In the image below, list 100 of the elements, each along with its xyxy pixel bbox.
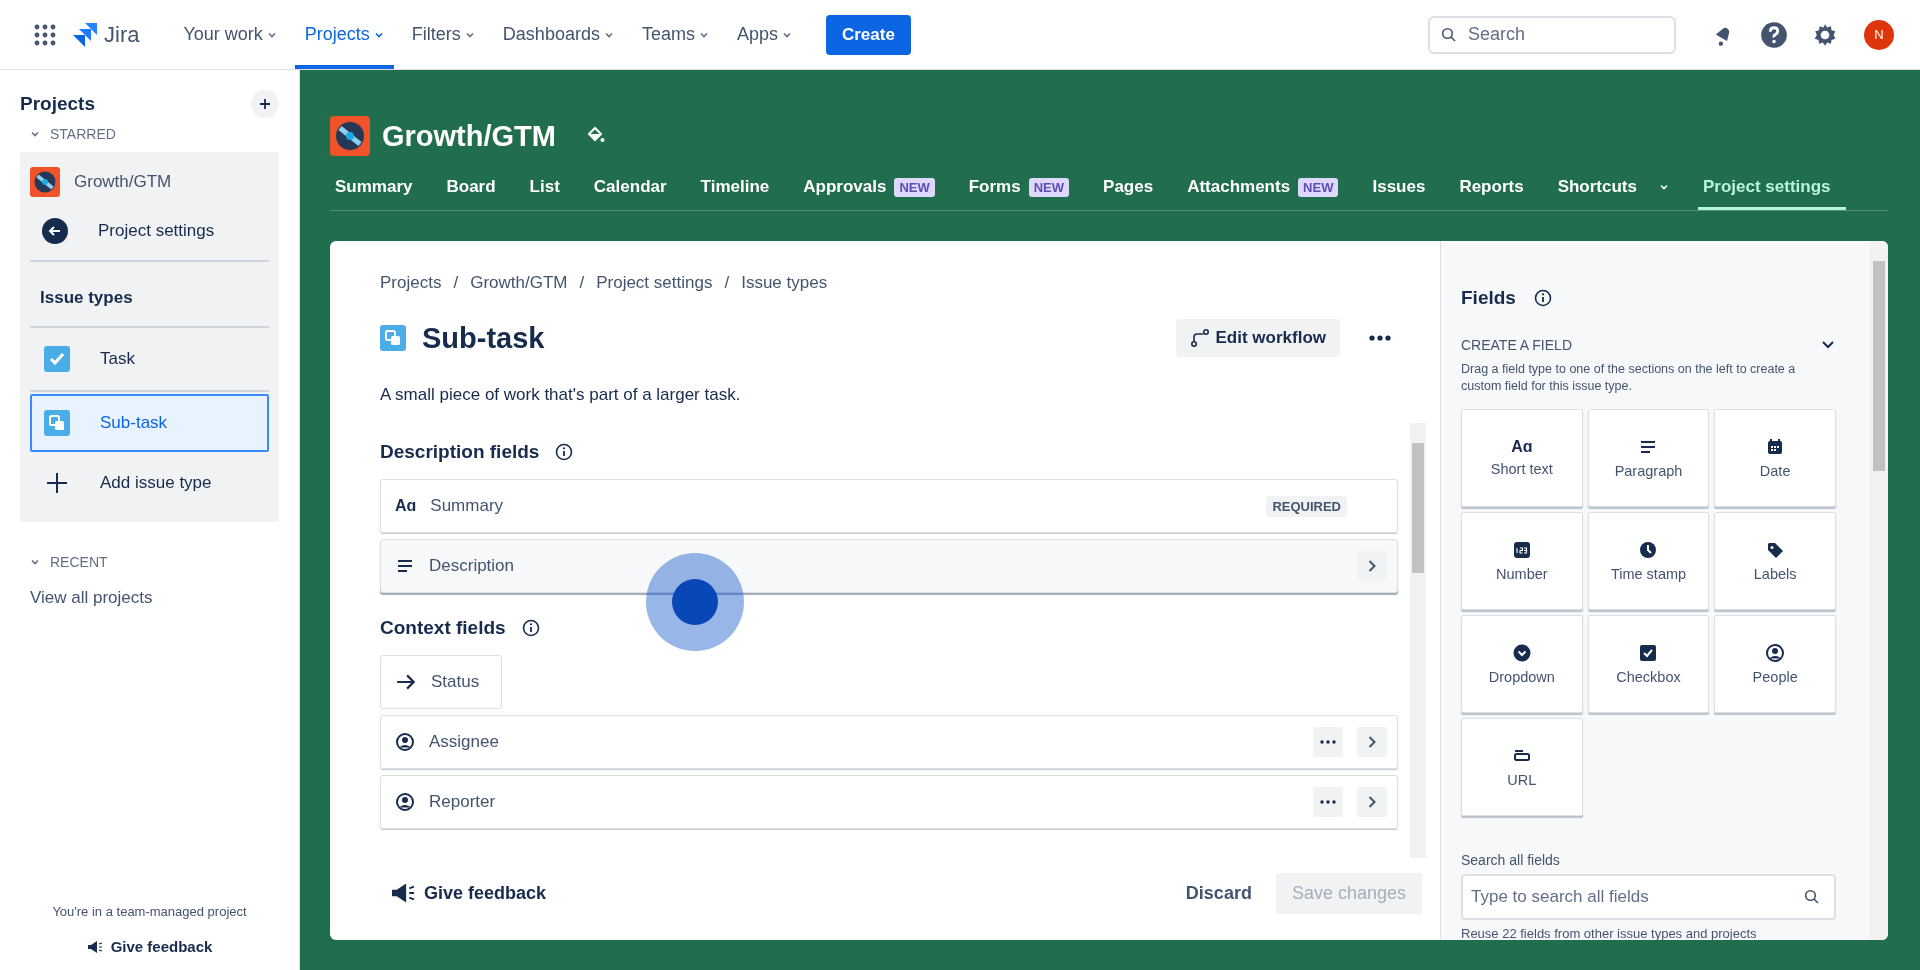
create-button[interactable]: Create [825, 14, 911, 55]
tile-label: Date [1759, 462, 1791, 479]
section-label: STARRED [50, 126, 116, 142]
breadcrumb-separator: / [724, 273, 730, 293]
issue-type-item[interactable]: Add issue type [30, 454, 269, 512]
scrollbar[interactable] [1870, 241, 1888, 940]
project-tab[interactable]: Attachments NEW [1182, 169, 1354, 210]
project-tab[interactable]: Reports [1454, 169, 1539, 210]
new-badge: NEW [1028, 177, 1070, 197]
chevron-down-icon [1658, 182, 1669, 192]
info-icon[interactable] [555, 443, 574, 461]
field-type-tile[interactable]: People [1714, 614, 1836, 713]
project-avatar-icon [330, 116, 370, 156]
field-type-tile[interactable]: Labels [1714, 511, 1836, 610]
project-tab[interactable]: Calendar [588, 169, 682, 210]
add-project-button[interactable] [251, 90, 279, 118]
plus-icon [44, 470, 70, 496]
megaphone-icon [86, 939, 103, 954]
breadcrumb-link[interactable]: Growth/GTM [470, 273, 568, 293]
workflow-icon [1189, 328, 1210, 348]
field-type-tile[interactable]: Date [1714, 408, 1836, 507]
give-feedback-button[interactable]: Give feedback [80, 937, 219, 956]
field-row[interactable]: Aɑ Summary REQUIRED [380, 479, 1398, 533]
edit-workflow-button[interactable]: Edit workflow [1175, 319, 1340, 357]
help-icon[interactable] [1760, 20, 1788, 49]
info-icon[interactable] [521, 619, 540, 637]
new-badge: NEW [1298, 177, 1339, 197]
breadcrumb-link[interactable]: Projects [380, 273, 442, 293]
expand-button[interactable] [1357, 787, 1387, 817]
project-tab[interactable]: Summary [330, 169, 428, 210]
field-label: Summary [430, 496, 504, 516]
search-label: Search all fields [1461, 851, 1561, 868]
user-avatar[interactable]: N [1864, 19, 1894, 50]
more-icon [1320, 800, 1336, 804]
app-switcher-icon[interactable] [34, 23, 56, 46]
issue-type-description: A small piece of work that's part of a larger task. [380, 385, 742, 405]
tile-label: Dropdown [1488, 668, 1555, 685]
expand-button[interactable] [1357, 551, 1387, 581]
field-type-tile[interactable]: Checkbox [1587, 614, 1710, 713]
field-label: Description [429, 556, 515, 576]
tile-label: URL [1507, 771, 1537, 788]
project-tab[interactable]: Shortcuts [1552, 169, 1684, 210]
field-type-tile[interactable]: Aɑ Short text [1461, 408, 1583, 507]
jira-logo-icon[interactable] [72, 21, 98, 48]
sidebar-title: Projects [20, 93, 95, 115]
project-tab[interactable]: Board [441, 169, 511, 210]
tile-label: Short text [1490, 460, 1553, 477]
field-chip[interactable]: Status [380, 655, 503, 709]
nav-menu-item[interactable]: Dashboards [492, 0, 624, 69]
project-title: Growth/GTM [382, 119, 556, 153]
info-icon[interactable] [1533, 289, 1552, 307]
checkbox-icon [1638, 642, 1659, 663]
field-row[interactable]: Reporter [380, 775, 1398, 829]
required-badge: REQUIRED [1266, 495, 1347, 517]
field-type-tile[interactable]: Number [1461, 511, 1583, 610]
project-tab[interactable]: Pages [1098, 169, 1169, 210]
field-type-tile[interactable]: URL [1461, 717, 1583, 816]
scrollbar[interactable] [1410, 423, 1426, 858]
project-tab[interactable]: Issues [1367, 169, 1441, 210]
project-type-note: You're in a team-managed project [51, 904, 248, 919]
field-label: Reporter [429, 792, 496, 812]
product-name[interactable]: Jira [104, 21, 140, 48]
field-row[interactable]: Assignee [380, 715, 1398, 769]
tile-label: Labels [1753, 565, 1797, 582]
tile-label: Number [1496, 565, 1548, 582]
project-tab[interactable]: Project settings [1697, 169, 1846, 210]
search-field[interactable]: Search [1428, 15, 1676, 54]
field-type-tile[interactable]: Time stamp [1587, 511, 1710, 610]
project-tab[interactable]: List [524, 169, 575, 210]
nav-menu-item[interactable]: Filters [401, 0, 485, 69]
more-button[interactable] [1313, 727, 1343, 757]
breadcrumb-link[interactable]: Issue types [741, 273, 828, 293]
discard-button[interactable]: Discard [1169, 872, 1268, 914]
project-link[interactable]: Growth/GTM [74, 172, 172, 192]
section-heading: Issue types [39, 287, 134, 309]
breadcrumb-link[interactable]: Project settings [596, 273, 713, 293]
view-all-projects-link[interactable]: View all projects [20, 588, 279, 608]
field-row[interactable]: Description [380, 539, 1398, 593]
field-type-tile[interactable]: Paragraph [1587, 408, 1710, 507]
expand-button[interactable] [1357, 727, 1387, 757]
project-tab[interactable]: Approvals NEW [798, 169, 950, 210]
field-label: Assignee [429, 732, 499, 752]
nav-menu-item[interactable]: Your work [173, 0, 287, 69]
section-label: RECENT [50, 554, 108, 570]
give-feedback-button[interactable]: Give feedback [380, 881, 553, 905]
more-options-icon[interactable] [1368, 334, 1392, 342]
project-tab[interactable]: Timeline [695, 169, 785, 210]
project-tab[interactable]: Forms NEW [963, 169, 1085, 210]
nav-menu-item[interactable]: Apps [726, 0, 802, 69]
issue-type-item[interactable]: Sub-task [30, 394, 269, 452]
reuse-fields-note: Reuse 22 fields from other issue types and projects [1461, 925, 1758, 940]
issue-type-item[interactable]: Task [30, 330, 269, 388]
tile-label: Time stamp [1610, 565, 1687, 582]
subtask-icon [380, 325, 406, 351]
back-link[interactable]: Project settings [98, 221, 215, 241]
more-button[interactable] [1313, 787, 1343, 817]
search-fields-input[interactable]: Type to search all fields [1461, 873, 1836, 920]
field-type-tile[interactable]: Dropdown [1461, 614, 1583, 713]
nav-menu-item[interactable]: Teams [631, 0, 719, 69]
text-format-icon: Aɑ [395, 498, 417, 514]
